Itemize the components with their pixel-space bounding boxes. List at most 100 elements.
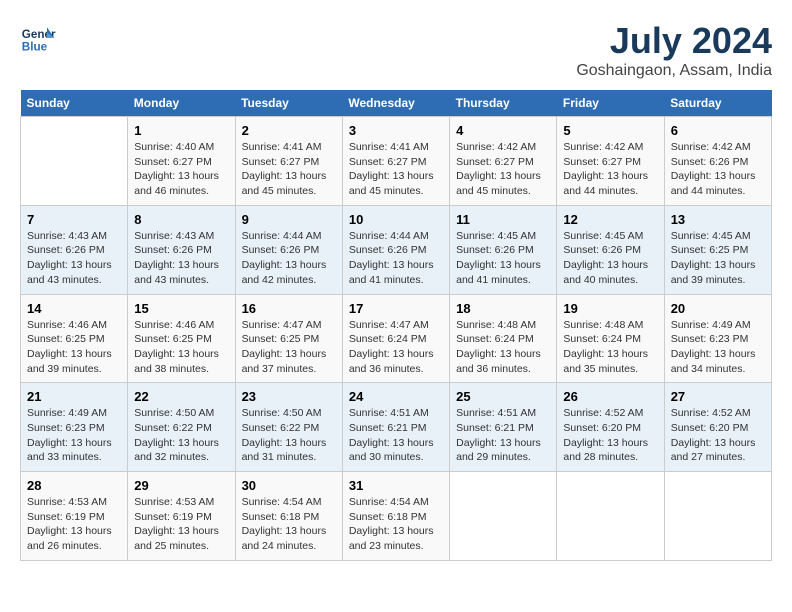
calendar-week-row: 21 Sunrise: 4:49 AM Sunset: 6:23 PM Dayli…	[21, 383, 772, 472]
day-info: Sunrise: 4:48 AM Sunset: 6:24 PM Dayligh…	[456, 318, 550, 377]
day-info: Sunrise: 4:46 AM Sunset: 6:25 PM Dayligh…	[134, 318, 228, 377]
day-number: 26	[563, 389, 657, 404]
day-number: 20	[671, 301, 765, 316]
empty-cell	[557, 472, 664, 561]
day-info: Sunrise: 4:45 AM Sunset: 6:26 PM Dayligh…	[456, 229, 550, 288]
day-number: 6	[671, 123, 765, 138]
day-info: Sunrise: 4:52 AM Sunset: 6:20 PM Dayligh…	[563, 406, 657, 465]
day-number: 28	[27, 478, 121, 493]
day-number: 14	[27, 301, 121, 316]
calendar-day-cell: 25 Sunrise: 4:51 AM Sunset: 6:21 PM Dayli…	[450, 383, 557, 472]
calendar-day-cell: 8 Sunrise: 4:43 AM Sunset: 6:26 PM Daylig…	[128, 205, 235, 294]
day-info: Sunrise: 4:44 AM Sunset: 6:26 PM Dayligh…	[349, 229, 443, 288]
day-number: 11	[456, 212, 550, 227]
page-header: General Blue General Blue July 2024 Gosh…	[20, 20, 772, 80]
calendar-day-cell: 22 Sunrise: 4:50 AM Sunset: 6:22 PM Dayli…	[128, 383, 235, 472]
calendar-day-cell: 26 Sunrise: 4:52 AM Sunset: 6:20 PM Dayli…	[557, 383, 664, 472]
day-info: Sunrise: 4:45 AM Sunset: 6:25 PM Dayligh…	[671, 229, 765, 288]
location-subtitle: Goshaingaon, Assam, India	[576, 62, 772, 80]
day-info: Sunrise: 4:51 AM Sunset: 6:21 PM Dayligh…	[456, 406, 550, 465]
day-info: Sunrise: 4:53 AM Sunset: 6:19 PM Dayligh…	[134, 495, 228, 554]
logo: General Blue General Blue	[20, 20, 56, 56]
day-number: 25	[456, 389, 550, 404]
day-number: 15	[134, 301, 228, 316]
calendar-day-cell: 1 Sunrise: 4:40 AM Sunset: 6:27 PM Daylig…	[128, 117, 235, 206]
day-number: 31	[349, 478, 443, 493]
day-info: Sunrise: 4:46 AM Sunset: 6:25 PM Dayligh…	[27, 318, 121, 377]
day-info: Sunrise: 4:52 AM Sunset: 6:20 PM Dayligh…	[671, 406, 765, 465]
day-number: 30	[242, 478, 336, 493]
calendar-day-cell: 23Sunrise: 4:50 AM Sunset: 6:22 PM Dayli…	[235, 383, 342, 472]
day-number: 17	[349, 301, 443, 316]
day-info: Sunrise: 4:49 AM Sunset: 6:23 PM Dayligh…	[27, 406, 121, 465]
day-info: Sunrise: 4:50 AM Sunset: 6:22 PM Dayligh…	[134, 406, 228, 465]
calendar-day-cell: 11 Sunrise: 4:45 AM Sunset: 6:26 PM Dayli…	[450, 205, 557, 294]
calendar-day-cell: 12 Sunrise: 4:45 AM Sunset: 6:26 PM Dayli…	[557, 205, 664, 294]
day-info: Sunrise: 4:50 AM Sunset: 6:22 PM Dayligh…	[242, 406, 336, 465]
calendar-day-cell: 2 Sunrise: 4:41 AM Sunset: 6:27 PM Daylig…	[235, 117, 342, 206]
day-number: 12	[563, 212, 657, 227]
calendar-day-cell: 17 Sunrise: 4:47 AM Sunset: 6:24 PM Dayli…	[342, 294, 449, 383]
day-info: Sunrise: 4:48 AM Sunset: 6:24 PM Dayligh…	[563, 318, 657, 377]
month-year-title: July 2024	[576, 20, 772, 62]
calendar-day-cell: 3Sunrise: 4:41 AM Sunset: 6:27 PM Daylig…	[342, 117, 449, 206]
day-info: Sunrise: 4:49 AM Sunset: 6:23 PM Dayligh…	[671, 318, 765, 377]
day-number: 1	[134, 123, 228, 138]
calendar-day-cell: 15 Sunrise: 4:46 AM Sunset: 6:25 PM Dayli…	[128, 294, 235, 383]
calendar-day-cell: 24Sunrise: 4:51 AM Sunset: 6:21 PM Dayli…	[342, 383, 449, 472]
header-saturday: Saturday	[664, 90, 771, 117]
day-number: 19	[563, 301, 657, 316]
day-info: Sunrise: 4:42 AM Sunset: 6:26 PM Dayligh…	[671, 140, 765, 199]
day-info: Sunrise: 4:45 AM Sunset: 6:26 PM Dayligh…	[563, 229, 657, 288]
day-info: Sunrise: 4:41 AM Sunset: 6:27 PM Dayligh…	[242, 140, 336, 199]
day-number: 2	[242, 123, 336, 138]
calendar-header-row: SundayMondayTuesdayWednesdayThursdayFrid…	[21, 90, 772, 117]
calendar-day-cell: 19 Sunrise: 4:48 AM Sunset: 6:24 PM Dayli…	[557, 294, 664, 383]
svg-text:Blue: Blue	[22, 41, 48, 54]
calendar-day-cell: 4Sunrise: 4:42 AM Sunset: 6:27 PM Daylig…	[450, 117, 557, 206]
day-number: 24	[349, 389, 443, 404]
calendar-day-cell: 27Sunrise: 4:52 AM Sunset: 6:20 PM Dayli…	[664, 383, 771, 472]
day-number: 16	[242, 301, 336, 316]
day-info: Sunrise: 4:41 AM Sunset: 6:27 PM Dayligh…	[349, 140, 443, 199]
calendar-week-row: 7 Sunrise: 4:43 AM Sunset: 6:26 PM Daylig…	[21, 205, 772, 294]
day-info: Sunrise: 4:44 AM Sunset: 6:26 PM Dayligh…	[242, 229, 336, 288]
day-number: 5	[563, 123, 657, 138]
calendar-day-cell: 18Sunrise: 4:48 AM Sunset: 6:24 PM Dayli…	[450, 294, 557, 383]
day-number: 8	[134, 212, 228, 227]
header-friday: Friday	[557, 90, 664, 117]
calendar-day-cell: 21 Sunrise: 4:49 AM Sunset: 6:23 PM Dayli…	[21, 383, 128, 472]
day-info: Sunrise: 4:43 AM Sunset: 6:26 PM Dayligh…	[27, 229, 121, 288]
day-number: 10	[349, 212, 443, 227]
day-info: Sunrise: 4:40 AM Sunset: 6:27 PM Dayligh…	[134, 140, 228, 199]
day-number: 7	[27, 212, 121, 227]
calendar-table: SundayMondayTuesdayWednesdayThursdayFrid…	[20, 90, 772, 561]
day-number: 21	[27, 389, 121, 404]
calendar-week-row: 28 Sunrise: 4:53 AM Sunset: 6:19 PM Dayli…	[21, 472, 772, 561]
header-sunday: Sunday	[21, 90, 128, 117]
day-info: Sunrise: 4:54 AM Sunset: 6:18 PM Dayligh…	[349, 495, 443, 554]
day-info: Sunrise: 4:47 AM Sunset: 6:24 PM Dayligh…	[349, 318, 443, 377]
day-info: Sunrise: 4:53 AM Sunset: 6:19 PM Dayligh…	[27, 495, 121, 554]
header-tuesday: Tuesday	[235, 90, 342, 117]
day-info: Sunrise: 4:47 AM Sunset: 6:25 PM Dayligh…	[242, 318, 336, 377]
calendar-day-cell: 16 Sunrise: 4:47 AM Sunset: 6:25 PM Dayli…	[235, 294, 342, 383]
header-wednesday: Wednesday	[342, 90, 449, 117]
empty-cell	[664, 472, 771, 561]
calendar-day-cell: 10 Sunrise: 4:44 AM Sunset: 6:26 PM Dayli…	[342, 205, 449, 294]
calendar-day-cell: 30Sunrise: 4:54 AM Sunset: 6:18 PM Dayli…	[235, 472, 342, 561]
header-thursday: Thursday	[450, 90, 557, 117]
calendar-day-cell: 13Sunrise: 4:45 AM Sunset: 6:25 PM Dayli…	[664, 205, 771, 294]
calendar-week-row: 14 Sunrise: 4:46 AM Sunset: 6:25 PM Dayli…	[21, 294, 772, 383]
title-area: July 2024 Goshaingaon, Assam, India	[576, 20, 772, 80]
calendar-day-cell: 9Sunrise: 4:44 AM Sunset: 6:26 PM Daylig…	[235, 205, 342, 294]
calendar-day-cell: 31 Sunrise: 4:54 AM Sunset: 6:18 PM Dayli…	[342, 472, 449, 561]
calendar-week-row: 1 Sunrise: 4:40 AM Sunset: 6:27 PM Daylig…	[21, 117, 772, 206]
empty-cell	[450, 472, 557, 561]
day-number: 22	[134, 389, 228, 404]
calendar-day-cell: 28 Sunrise: 4:53 AM Sunset: 6:19 PM Dayli…	[21, 472, 128, 561]
calendar-day-cell: 7 Sunrise: 4:43 AM Sunset: 6:26 PM Daylig…	[21, 205, 128, 294]
day-info: Sunrise: 4:43 AM Sunset: 6:26 PM Dayligh…	[134, 229, 228, 288]
logo-icon: General Blue	[20, 20, 56, 56]
calendar-day-cell: 29Sunrise: 4:53 AM Sunset: 6:19 PM Dayli…	[128, 472, 235, 561]
